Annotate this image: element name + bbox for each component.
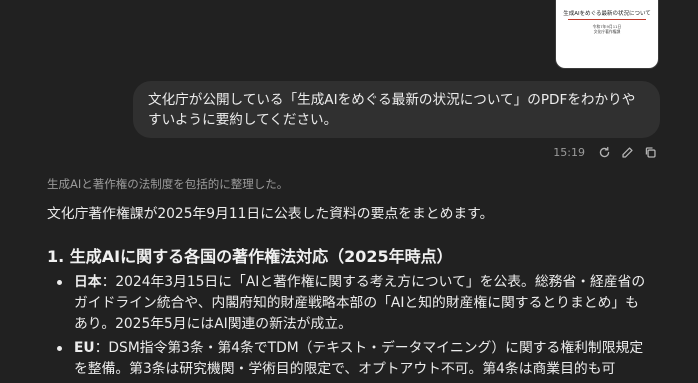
bullet-text: ：2024年3月15日に「AIと著作権に関する考え方について」を公表。総務省・経… (74, 274, 646, 332)
pdf-organization: 文化庁著作権課 (593, 29, 621, 34)
assistant-intro: 文化庁著作権課が2025年9月11日に公表した資料の要点をまとめます。 (47, 206, 494, 222)
pdf-title-rule (568, 19, 646, 20)
bullet-label: EU (74, 340, 95, 356)
section-heading: 1. 生成AIに関する各国の著作権法対応（2025年時点） (47, 247, 453, 266)
assistant-thought-summary[interactable]: 生成AIと著作権の法制度を包括的に整理した。 (47, 176, 288, 192)
pdf-attachment-thumbnail[interactable]: 生成AIをめぐる最新の状況について 令和7年9月11日 文化庁著作権課 (556, 0, 658, 68)
message-timestamp: 15:19 (553, 146, 585, 159)
bullet-label: 日本 (74, 274, 102, 290)
bullet-dot (57, 280, 62, 285)
edit-icon[interactable] (620, 145, 635, 160)
list-item: EU：DSM指令第3条・第4条でTDM（テキスト・データマイニング）に関する権利… (47, 338, 647, 380)
user-message-text: 文化庁が公開している「生成AIをめぐる最新の状況について」のPDFをわかりやすい… (148, 92, 636, 128)
country-bullet-list: 日本：2024年3月15日に「AIと著作権に関する考え方について」を公表。総務省… (47, 272, 647, 383)
retry-icon[interactable] (597, 145, 612, 160)
list-item: 日本：2024年3月15日に「AIと著作権に関する考え方について」を公表。総務省… (47, 272, 647, 335)
user-message-bubble: 文化庁が公開している「生成AIをめぐる最新の状況について」のPDFをわかりやすい… (133, 81, 660, 138)
bullet-dot (57, 346, 62, 351)
bullet-text: ：DSM指令第3条・第4条でTDM（テキスト・データマイニング）に関する権利制限… (74, 340, 644, 377)
message-actions: 15:19 (553, 145, 658, 160)
copy-icon[interactable] (643, 145, 658, 160)
pdf-title: 生成AIをめぐる最新の状況について (563, 11, 651, 17)
